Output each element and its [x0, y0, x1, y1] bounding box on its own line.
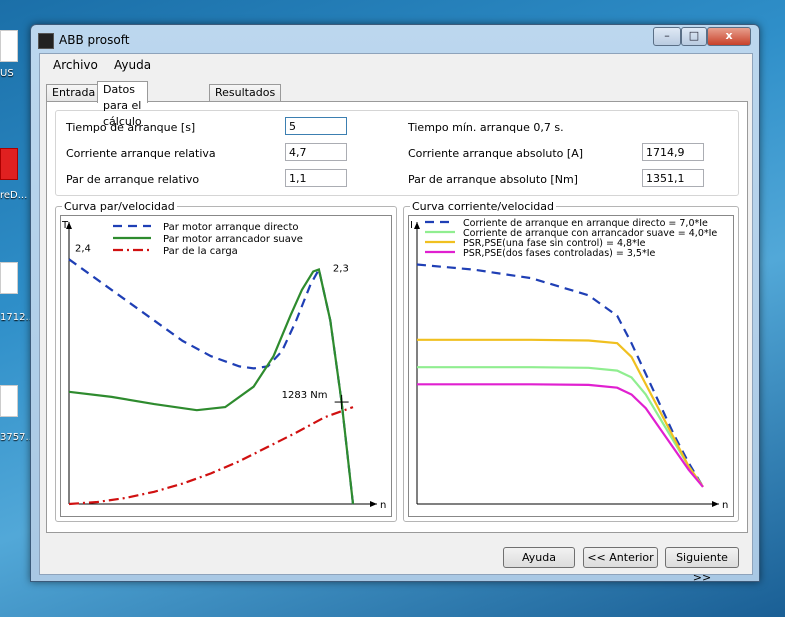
x-axis-arrow — [712, 501, 719, 507]
y-axis-label: T — [61, 220, 69, 231]
x-axis-arrow — [370, 501, 377, 507]
series-line-1 — [68, 268, 355, 505]
app-logo-icon — [38, 33, 54, 49]
desktop-app-icon[interactable] — [0, 148, 18, 180]
desktop-file-icon[interactable] — [0, 30, 18, 62]
annotation-nominal-torque: 1283 Nm — [282, 390, 328, 401]
tab-panel: Tiempo de arranque [s] 5 Tiempo mín. arr… — [46, 101, 748, 533]
client-area: Archivo Ayuda Entrada Datos para el cálc… — [39, 53, 753, 584]
menu-ayuda[interactable]: Ayuda — [114, 58, 151, 72]
series-line-2 — [68, 406, 354, 506]
anterior-button[interactable]: << Anterior — [583, 547, 658, 568]
window-title: ABB prosoft — [59, 33, 130, 47]
y-axis-arrow — [414, 222, 420, 229]
desktop-label: US — [0, 68, 14, 79]
par-relativo-field[interactable]: 1,1 — [285, 169, 347, 187]
corriente-absoluto-label: Corriente arranque absoluto [A] — [408, 147, 584, 160]
annotation-peak-torque: 2,3 — [333, 263, 349, 274]
torque-chart-group: Curva par/velocidad Tn Par motor arranque… — [55, 200, 397, 522]
tiempo-arranque-field[interactable]: 5 — [285, 117, 347, 135]
ayuda-button[interactable]: Ayuda — [503, 547, 575, 568]
current-chart-svg: InCorriente de arranque en arranque dire… — [410, 218, 728, 511]
tab-resultados[interactable]: Resultados — [209, 84, 282, 102]
tab-datos-calculo[interactable]: Datos para el cálculo — [97, 81, 148, 128]
legend-label-0: Par motor arranque directo — [163, 222, 299, 233]
x-axis-label: n — [722, 500, 728, 511]
menu-bar: Archivo Ayuda — [40, 54, 752, 76]
desktop-label: reD... — [0, 190, 28, 201]
maximize-button[interactable]: □ — [681, 27, 707, 46]
title-bar[interactable]: ABB prosoft – □ x — [31, 25, 759, 53]
corriente-absoluto-field[interactable]: 1714,9 — [642, 143, 704, 161]
close-button[interactable]: x — [707, 27, 751, 46]
minimize-button[interactable]: – — [653, 27, 681, 46]
siguiente-button[interactable]: Siguiente >> — [665, 547, 739, 584]
par-relativo-label: Par de arranque relativo — [66, 173, 200, 186]
tiempo-minimo-label: Tiempo mín. arranque 0,7 s. — [408, 121, 564, 134]
tab-entrada[interactable]: Entrada — [46, 84, 102, 102]
series-line-0 — [68, 258, 355, 505]
torque-chart-title: Curva par/velocidad — [62, 200, 177, 213]
desktop-icons: US reD... 1712... 3757... — [0, 0, 35, 617]
desktop-file-icon[interactable] — [0, 385, 18, 417]
desktop-file-icon[interactable] — [0, 262, 18, 294]
y-axis-label: I — [410, 220, 413, 231]
x-axis-label: n — [380, 500, 386, 511]
series-line-3 — [417, 383, 704, 488]
menu-archivo[interactable]: Archivo — [53, 58, 98, 72]
legend-label-3: PSR,PSE(dos fases controladas) = 3,5*Ie — [463, 248, 656, 259]
app-window: ABB prosoft – □ x Archivo Ayuda Entrada … — [30, 24, 760, 584]
calculation-fields-group: Tiempo de arranque [s] 5 Tiempo mín. arr… — [55, 110, 739, 196]
corriente-relativa-field[interactable]: 4,7 — [285, 143, 347, 161]
legend-label-2: Par de la carga — [163, 246, 238, 257]
corriente-relativa-label: Corriente arranque relativa — [66, 147, 216, 160]
par-absoluto-field[interactable]: 1351,1 — [642, 169, 704, 187]
torque-chart-plot: Tn Par motor arranque directo Par motor ar… — [60, 215, 392, 517]
legend-label-1: Par motor arrancador suave — [163, 234, 303, 245]
current-chart-title: Curva corriente/velocidad — [410, 200, 557, 213]
torque-chart-svg: Tn Par motor arranque directoPar motor ar… — [61, 220, 386, 511]
current-chart-plot: In Corriente de arranque en arranque dire… — [408, 215, 734, 517]
series-line-2 — [417, 338, 704, 488]
par-absoluto-label: Par de arranque absoluto [Nm] — [408, 173, 578, 186]
current-chart-group: Curva corriente/velocidad In Corriente de… — [403, 200, 739, 522]
annotation-start-torque: 2,4 — [75, 243, 91, 254]
series-line-0 — [416, 263, 704, 488]
